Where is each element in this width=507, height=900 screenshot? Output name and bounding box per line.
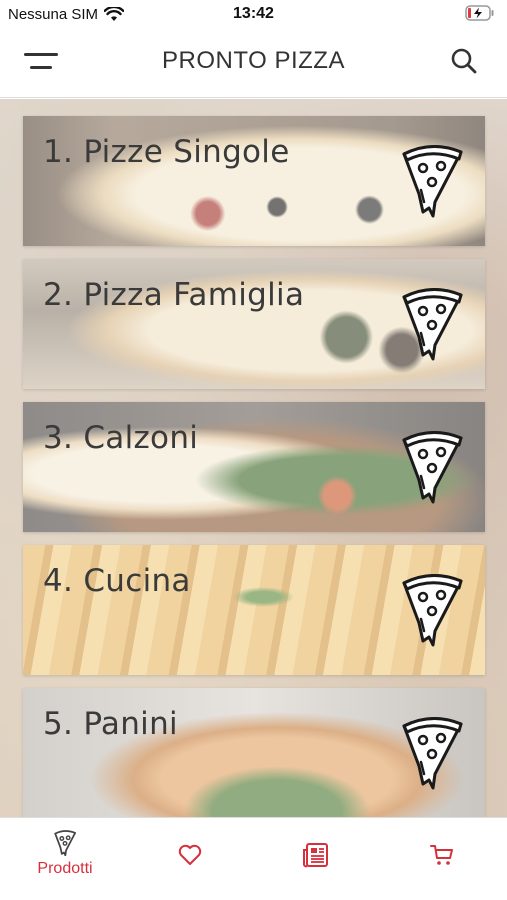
tab-label: Prodotti [37,860,93,877]
page-title: PRONTO PIZZA [162,47,345,74]
tab-favorites[interactable] [140,828,240,888]
category-label: 4. Cucina [43,563,191,599]
category-card-pizza-famiglia[interactable]: 2. Pizza Famiglia [23,259,485,389]
search-button[interactable] [449,46,479,76]
pizza-slice-icon [402,574,463,647]
status-time: 13:42 [233,5,274,22]
status-bar: Nessuna SIM 13:42 [0,0,507,30]
category-label: 1. Pizze Singole [43,134,290,170]
category-label: 3. Calzoni [43,420,199,456]
pizza-slice-icon [54,830,77,856]
tab-prodotti[interactable]: Prodotti [15,828,115,888]
category-label: 5. Panini [43,706,178,742]
status-right [465,5,495,21]
category-card-pizze-singole[interactable]: 1. Pizze Singole [23,116,485,246]
category-list[interactable]: 1. Pizze Singole 2. Pizza Famiglia 3. Ca… [0,99,507,817]
search-icon [451,48,477,74]
pizza-slice-icon [402,288,463,361]
newspaper-icon [303,843,328,868]
category-card-cucina[interactable]: 4. Cucina [23,545,485,675]
battery-charging-icon [465,5,494,21]
category-card-panini[interactable]: 5. Panini [23,688,485,817]
category-card-calzoni[interactable]: 3. Calzoni [23,402,485,532]
tab-news[interactable] [267,828,367,888]
category-label: 2. Pizza Famiglia [43,277,305,313]
cart-icon [430,845,453,865]
pizza-slice-icon [402,145,463,218]
pizza-slice-icon [402,717,463,790]
app-header: PRONTO PIZZA [0,30,507,98]
tab-bar: Prodotti [0,817,507,900]
pizza-slice-icon [402,431,463,504]
heart-icon [178,844,202,865]
tab-cart[interactable] [392,828,492,888]
